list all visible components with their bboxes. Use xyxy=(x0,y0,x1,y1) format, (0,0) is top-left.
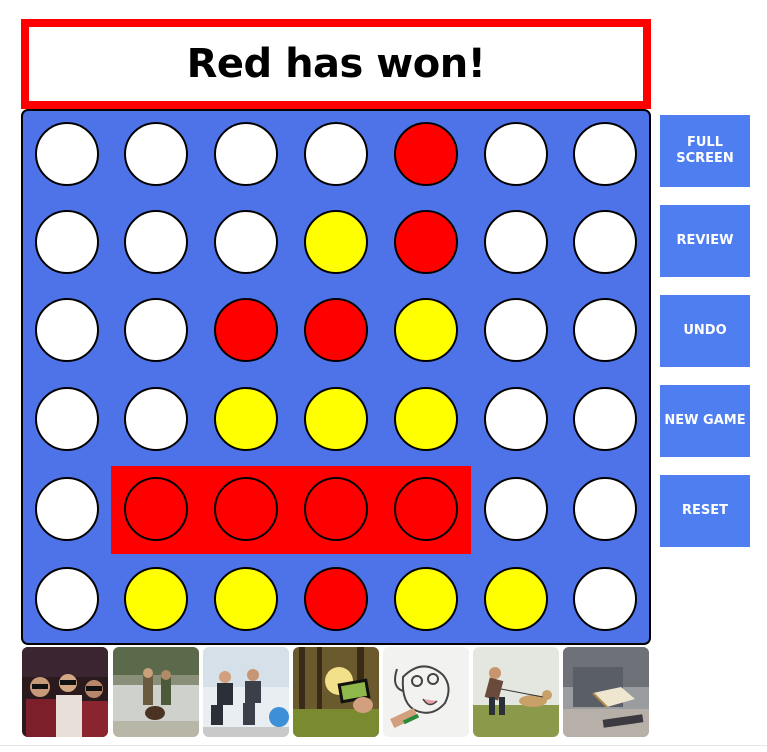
yellow-disc[interactable] xyxy=(214,567,278,631)
bottom-divider xyxy=(0,745,767,746)
empty-slot[interactable] xyxy=(35,477,99,541)
thumbnail-bear-photographers[interactable] xyxy=(113,647,199,737)
yellow-disc[interactable] xyxy=(304,210,368,274)
empty-slot[interactable] xyxy=(214,210,278,274)
thumbnail-fitness-class[interactable] xyxy=(203,647,289,737)
empty-slot[interactable] xyxy=(35,298,99,362)
empty-slot[interactable] xyxy=(573,210,637,274)
game-board[interactable] xyxy=(21,109,651,645)
empty-slot[interactable] xyxy=(573,122,637,186)
empty-slot[interactable] xyxy=(484,477,548,541)
red-disc[interactable] xyxy=(304,567,368,631)
red-disc[interactable] xyxy=(394,122,458,186)
empty-slot[interactable] xyxy=(35,122,99,186)
yellow-disc[interactable] xyxy=(394,387,458,451)
thumbnail-dog-training[interactable] xyxy=(473,647,559,737)
red-disc[interactable] xyxy=(304,477,368,541)
empty-slot[interactable] xyxy=(573,298,637,362)
empty-slot[interactable] xyxy=(124,387,188,451)
red-disc[interactable] xyxy=(394,477,458,541)
empty-slot[interactable] xyxy=(124,210,188,274)
thumbnail-dog-drawing[interactable] xyxy=(383,647,469,737)
red-disc[interactable] xyxy=(214,477,278,541)
thumbnail-cinema-audience[interactable] xyxy=(22,647,108,737)
status-text: Red has won! xyxy=(186,41,486,87)
empty-slot[interactable] xyxy=(35,567,99,631)
yellow-disc[interactable] xyxy=(394,567,458,631)
empty-slot[interactable] xyxy=(304,122,368,186)
red-disc[interactable] xyxy=(124,477,188,541)
red-disc[interactable] xyxy=(394,210,458,274)
empty-slot[interactable] xyxy=(484,210,548,274)
red-disc[interactable] xyxy=(304,298,368,362)
status-banner: Red has won! xyxy=(21,19,651,109)
empty-slot[interactable] xyxy=(484,298,548,362)
reset-button[interactable]: RESET xyxy=(660,475,750,547)
empty-slot[interactable] xyxy=(124,298,188,362)
empty-slot[interactable] xyxy=(35,210,99,274)
undo-button[interactable]: UNDO xyxy=(660,295,750,367)
empty-slot[interactable] xyxy=(573,567,637,631)
thumbnail-person-reading[interactable] xyxy=(563,647,649,737)
yellow-disc[interactable] xyxy=(124,567,188,631)
empty-slot[interactable] xyxy=(484,387,548,451)
yellow-disc[interactable] xyxy=(484,567,548,631)
full-screen-button[interactable]: FULL SCREEN xyxy=(660,115,750,187)
red-disc[interactable] xyxy=(214,298,278,362)
yellow-disc[interactable] xyxy=(394,298,458,362)
thumbnail-phone-forest[interactable] xyxy=(293,647,379,737)
thumbnail-strip xyxy=(22,647,652,737)
new-game-button[interactable]: NEW GAME xyxy=(660,385,750,457)
empty-slot[interactable] xyxy=(573,477,637,541)
yellow-disc[interactable] xyxy=(214,387,278,451)
empty-slot[interactable] xyxy=(35,387,99,451)
empty-slot[interactable] xyxy=(484,122,548,186)
yellow-disc[interactable] xyxy=(304,387,368,451)
empty-slot[interactable] xyxy=(124,122,188,186)
empty-slot[interactable] xyxy=(573,387,637,451)
review-button[interactable]: REVIEW xyxy=(660,205,750,277)
empty-slot[interactable] xyxy=(214,122,278,186)
